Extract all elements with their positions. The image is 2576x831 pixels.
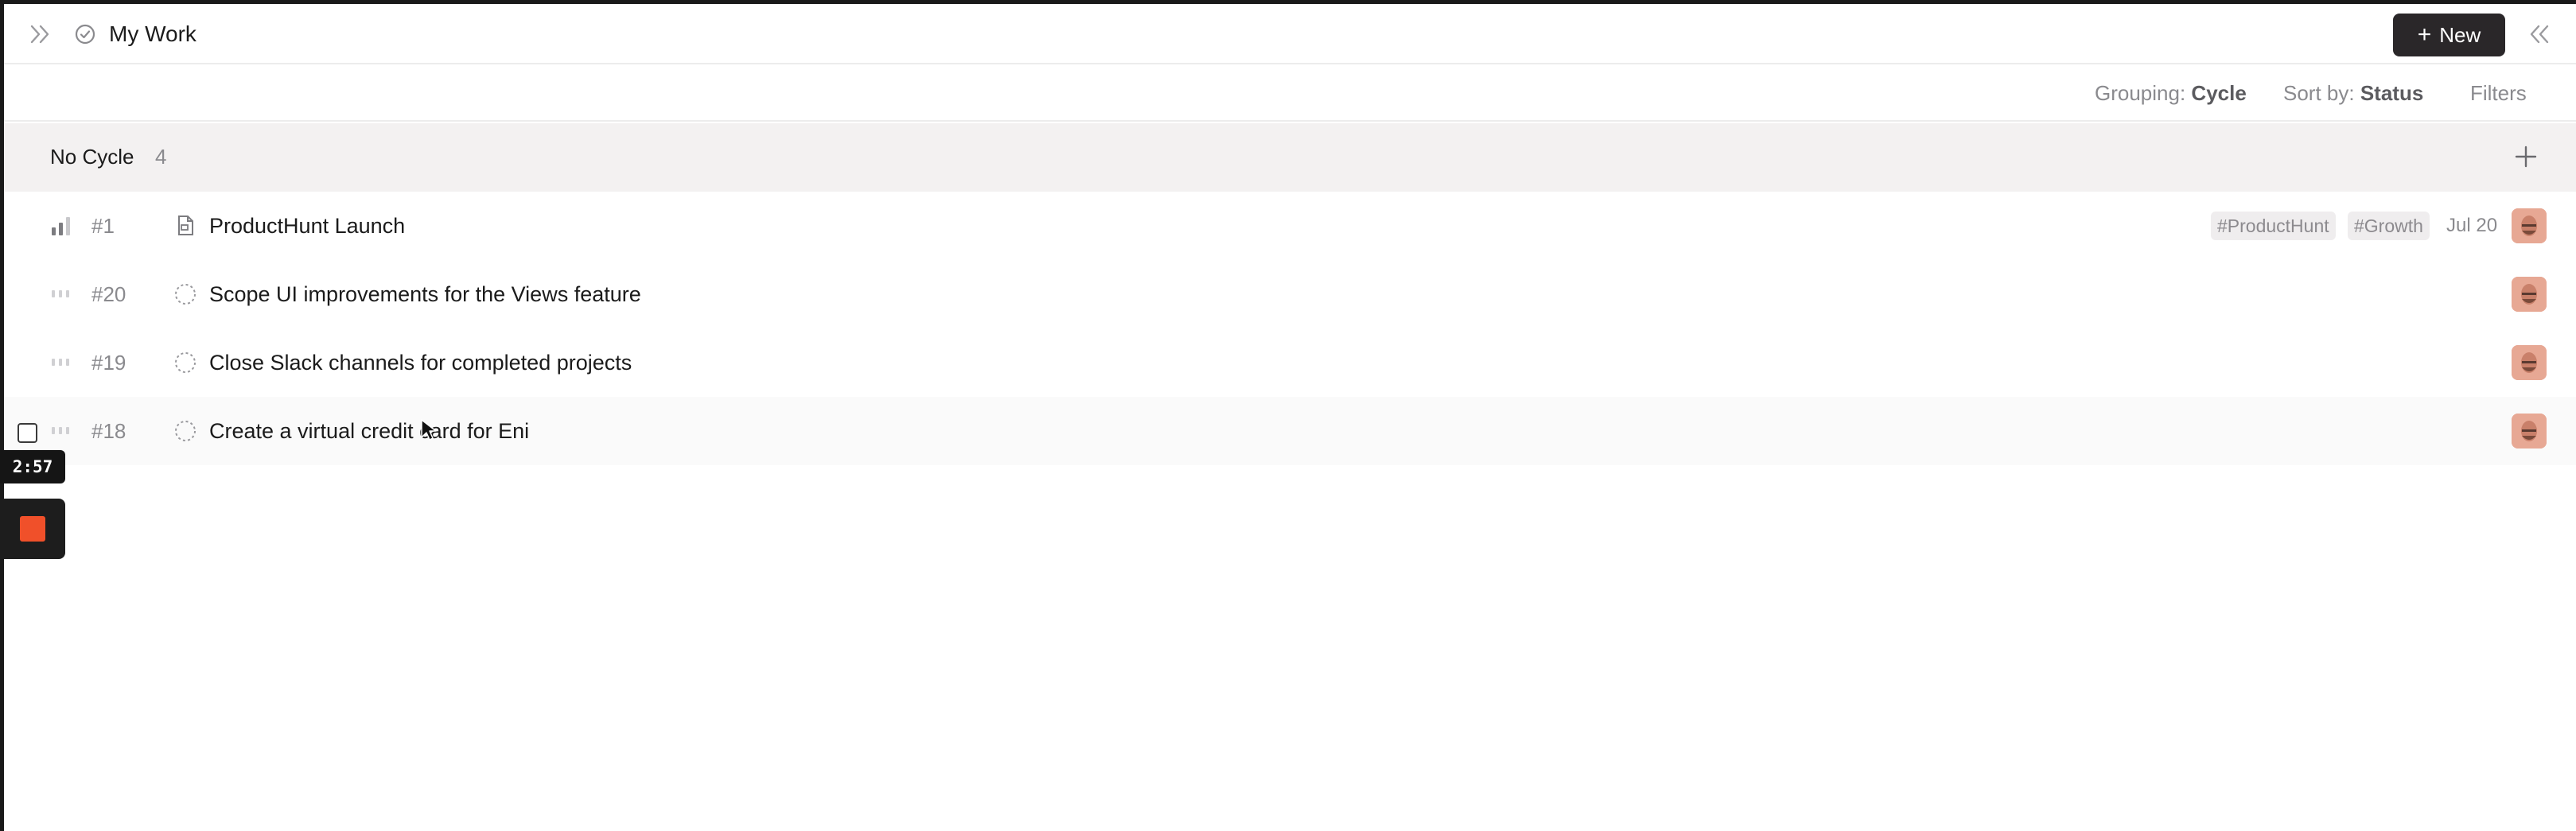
priority-none-icon[interactable] xyxy=(49,351,74,375)
group-count: 4 xyxy=(155,145,167,169)
assignee-avatar[interactable] xyxy=(2512,208,2547,243)
new-issue-button[interactable]: + New xyxy=(2393,14,2505,56)
priority-none-icon[interactable] xyxy=(49,282,74,306)
priority-none-icon[interactable] xyxy=(49,419,74,443)
issue-number: #18 xyxy=(91,419,126,443)
grouping-value: Cycle xyxy=(2191,81,2247,105)
stop-recording-button[interactable] xyxy=(0,499,65,559)
expand-sidebar-icon[interactable] xyxy=(26,20,55,49)
issue-title: Scope UI improvements for the Views feat… xyxy=(209,282,641,306)
tag-producthunt[interactable]: #ProductHunt xyxy=(2211,212,2336,240)
priority-medium-icon[interactable] xyxy=(49,214,74,238)
sort-label: Sort by: xyxy=(2283,81,2355,105)
backlog-status-icon[interactable] xyxy=(173,282,198,307)
due-date: Jul 20 xyxy=(2446,215,2498,236)
issue-row[interactable]: #18 Create a virtual credit card for Eni xyxy=(4,397,2576,465)
collapse-panel-icon[interactable] xyxy=(2523,20,2555,49)
group-header-no-cycle[interactable]: No Cycle 4 xyxy=(4,123,2576,192)
new-button-label: New xyxy=(2439,22,2481,47)
issue-row[interactable]: #19 Close Slack channels for completed p… xyxy=(4,328,2576,397)
plus-icon: + xyxy=(2417,21,2432,48)
grouping-label: Grouping: xyxy=(2095,81,2186,105)
issue-title: Close Slack channels for completed proje… xyxy=(209,351,632,375)
backlog-status-icon[interactable] xyxy=(173,350,198,375)
group-name: No Cycle xyxy=(50,145,134,169)
tag-growth[interactable]: #Growth xyxy=(2348,212,2430,240)
assignee-avatar[interactable] xyxy=(2512,414,2547,449)
grouping-selector[interactable]: Grouping: Cycle xyxy=(2095,79,2247,107)
add-issue-icon[interactable] xyxy=(2510,141,2542,173)
issue-row[interactable]: #20 Scope UI improvements for the Views … xyxy=(4,260,2576,328)
issue-row[interactable]: #1 ProductHunt Launch #ProductHunt #Grow… xyxy=(4,192,2576,260)
stop-icon xyxy=(20,516,45,542)
sort-selector[interactable]: Sort by: Status xyxy=(2283,79,2423,107)
issue-number: #20 xyxy=(91,282,126,306)
view-toolbar: Grouping: Cycle Sort by: Status Filters xyxy=(4,64,2576,122)
mouse-cursor-icon xyxy=(420,418,438,442)
sort-value: Status xyxy=(2360,81,2424,105)
issue-title: ProductHunt Launch xyxy=(209,214,406,238)
check-circle-icon xyxy=(72,21,98,47)
backlog-status-icon[interactable] xyxy=(173,418,198,444)
page-header: My Work + New xyxy=(4,4,2576,64)
row-select-checkbox[interactable] xyxy=(18,423,37,443)
page-title: My Work xyxy=(109,21,197,46)
draft-document-icon[interactable] xyxy=(173,213,198,239)
assignee-avatar[interactable] xyxy=(2512,345,2547,380)
issue-title: Create a virtual credit card for Eni xyxy=(209,419,530,443)
issue-number: #19 xyxy=(91,351,126,375)
issue-number: #1 xyxy=(91,214,115,238)
assignee-avatar[interactable] xyxy=(2512,277,2547,312)
recording-timer: 2:57 xyxy=(0,450,65,483)
filters-button[interactable]: Filters xyxy=(2470,79,2527,107)
